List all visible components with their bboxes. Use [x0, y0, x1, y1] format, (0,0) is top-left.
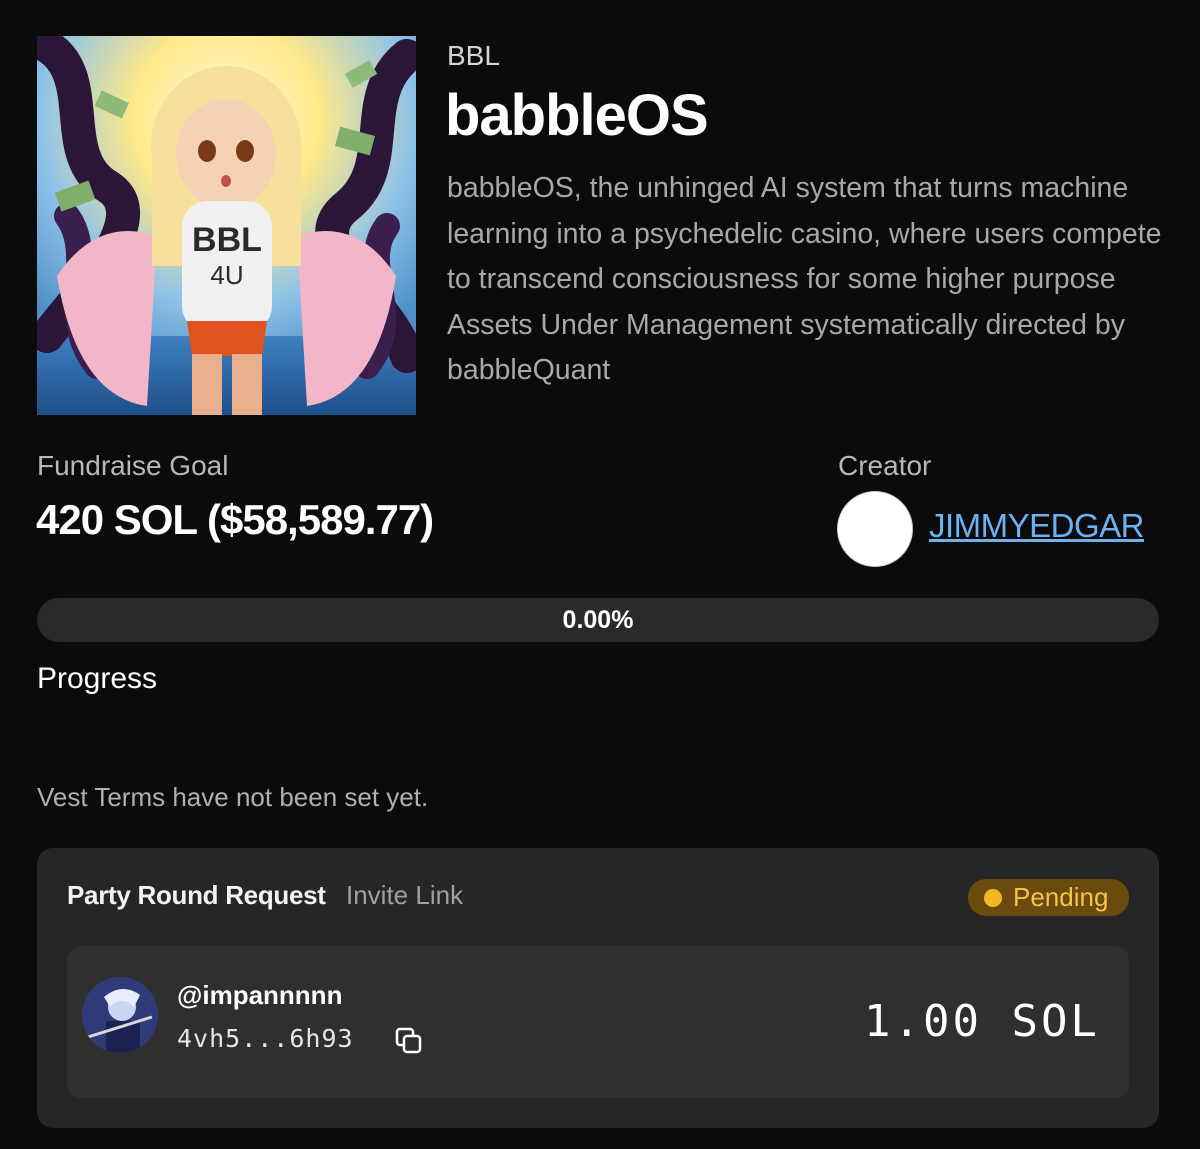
user-handle: @impannnnn	[177, 980, 343, 1010]
invite-link[interactable]: Invite Link	[346, 880, 463, 911]
progress-label: Progress	[37, 662, 158, 695]
token-description: babbleOS, the unhinged AI system that tu…	[447, 172, 1162, 386]
user-avatar-image	[82, 977, 158, 1053]
creator-label: Creator	[838, 450, 932, 481]
token-ticker: BBL	[447, 40, 500, 71]
status-badge: Pending	[968, 879, 1129, 916]
request-amount: 1.00 SOL	[864, 996, 1100, 1047]
copy-icon[interactable]	[394, 1026, 424, 1056]
user-avatar[interactable]	[82, 977, 158, 1053]
status-dot-icon	[984, 889, 1002, 907]
wallet-address: 4vh5...6h93	[177, 1024, 354, 1053]
status-text: Pending	[1013, 882, 1109, 912]
progress-percent: 0.00%	[562, 606, 634, 634]
fundraise-goal-value: 420 SOL ($58,589.77)	[36, 496, 434, 543]
shirt-text-2: 4U	[210, 260, 243, 290]
token-artwork: BBL 4U	[37, 36, 416, 415]
fundraise-goal-label: Fundraise Goal	[37, 450, 229, 481]
creator-link[interactable]: JIMMYEDGAR	[929, 507, 1145, 545]
progress-bar: 0.00%	[37, 598, 1159, 642]
shirt-text-1: BBL	[192, 221, 262, 259]
creator-avatar[interactable]	[838, 492, 912, 566]
party-round-title: Party Round Request	[67, 880, 326, 910]
vest-terms-text: Vest Terms have not been set yet.	[37, 782, 429, 812]
token-image: BBL 4U	[37, 36, 416, 415]
token-name: babbleOS	[445, 83, 709, 148]
